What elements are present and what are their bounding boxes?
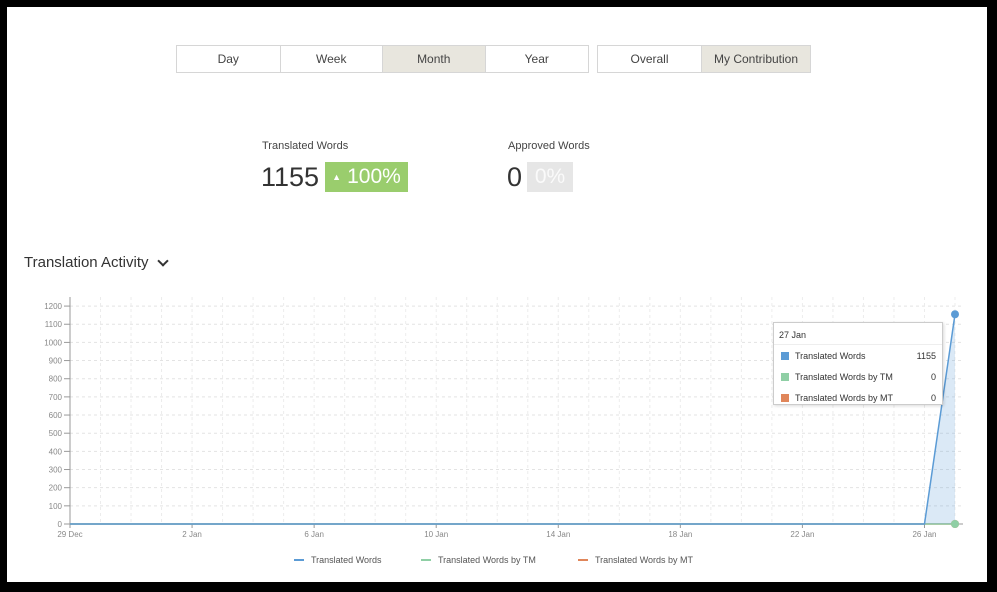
legend-label: Translated Words [311, 555, 382, 565]
tooltip-row: Translated Words by TM 0 [781, 372, 936, 382]
legend-item-mt[interactable]: Translated Words by MT [578, 555, 693, 565]
y-tick-label: 800 [49, 375, 63, 384]
activity-chart: 0 100 200 300 400 500 600 700 800 900 1000 1100 1200… [44, 297, 963, 539]
y-tick-label: 200 [49, 484, 63, 493]
legend-line-icon [421, 559, 431, 561]
y-tick-label: 600 [49, 411, 63, 420]
x-tick-label: 18 Jan [668, 530, 692, 539]
legend-label: Translated Words by MT [595, 555, 694, 565]
tooltip-row-value: 1155 [916, 351, 936, 361]
tooltip-divider [774, 344, 942, 345]
legend-line-icon [294, 559, 304, 561]
x-tick-label: 2 Jan [182, 530, 202, 539]
x-tick-label: 22 Jan [790, 530, 814, 539]
x-tick-label: 26 Jan [912, 530, 936, 539]
y-tick-label: 500 [49, 429, 63, 438]
y-tick-label: 1200 [44, 302, 62, 311]
tooltip-row: Translated Words by MT 0 [781, 393, 936, 403]
data-point [951, 520, 959, 528]
data-point [951, 310, 959, 319]
legend-line-icon [578, 559, 588, 561]
y-tick-label: 1000 [44, 338, 62, 347]
x-tick-label: 6 Jan [304, 530, 324, 539]
tooltip-row-value: 0 [930, 393, 936, 403]
tooltip-date: 27 Jan [779, 330, 807, 340]
y-tick-label: 1100 [45, 320, 63, 329]
y-tick-label: 900 [49, 357, 63, 366]
chart-tooltip: 27 Jan Translated Words 1155 Translated … [773, 322, 943, 405]
y-tick-label: 100 [49, 502, 63, 511]
legend-item-tm[interactable]: Translated Words by TM [421, 555, 536, 565]
series-color-swatch [781, 373, 789, 381]
tooltip-row-label: Translated Words [795, 351, 866, 361]
y-tick-label: 400 [49, 447, 63, 456]
x-tick-label: 29 Dec [57, 530, 82, 539]
series-color-swatch [781, 394, 789, 402]
series-color-swatch [781, 352, 789, 360]
legend-item-translated[interactable]: Translated Words [294, 555, 382, 565]
tooltip-row: Translated Words 1155 [781, 351, 936, 361]
legend-label: Translated Words by TM [438, 555, 536, 565]
x-tick-label: 14 Jan [546, 530, 570, 539]
tooltip-row-label: Translated Words by TM [795, 372, 893, 382]
y-tick-label: 700 [49, 393, 63, 402]
x-tick-label: 10 Jan [424, 530, 448, 539]
tooltip-row-value: 0 [930, 372, 936, 382]
y-tick-label: 300 [49, 466, 63, 475]
tooltip-row-label: Translated Words by MT [795, 393, 894, 403]
y-tick-label: 0 [58, 520, 63, 529]
